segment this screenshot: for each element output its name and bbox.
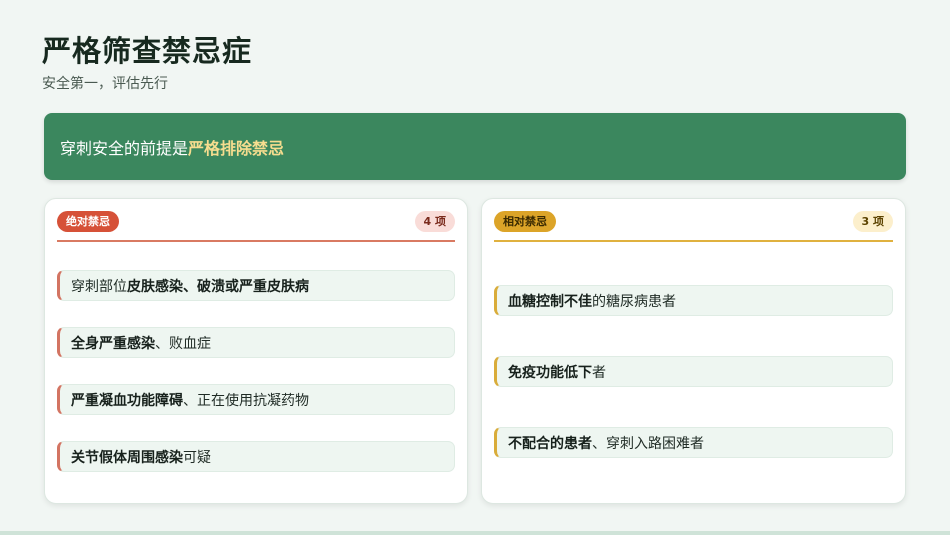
item-emphasis: 皮肤感染、破溃或严重皮肤病 (127, 278, 309, 295)
footer-accent-line (0, 531, 950, 535)
item-emphasis: 血糖控制不佳 (508, 293, 592, 310)
page-title: 严格筛查禁忌症 (42, 34, 253, 68)
absolute-contraindication-tag: 绝对禁忌 (57, 210, 119, 232)
list-item: 不配合的患者 、穿刺入路困难者 (494, 427, 893, 458)
item-text: 、穿刺入路困难者 (592, 435, 704, 452)
card-divider (494, 240, 893, 242)
item-emphasis: 严重凝血功能障碍 (71, 392, 183, 409)
item-emphasis: 不配合的患者 (508, 435, 592, 452)
item-text: 者 (592, 364, 606, 381)
item-count-badge: 3 项 (852, 210, 893, 232)
key-message-banner: 穿刺安全的前提是 严格排除禁忌 (44, 113, 906, 180)
list-item: 血糖控制不佳 的糖尿病患者 (494, 285, 893, 316)
list-item: 关节假体周围感染 可疑 (57, 441, 455, 472)
item-text: 、正在使用抗凝药物 (183, 392, 309, 409)
absolute-contraindications-card: 绝对禁忌 4 项 穿刺部位 皮肤感染、破溃或严重皮肤病 全身严重感染 、败血症 严重… (44, 198, 468, 504)
card-header: 相对禁忌 3 项 (494, 210, 893, 232)
item-emphasis: 关节假体周围感染 (71, 449, 183, 466)
item-emphasis: 免疫功能低下 (508, 364, 592, 381)
relative-contraindication-tag: 相对禁忌 (494, 210, 556, 232)
banner-text: 穿刺安全的前提是 (60, 138, 189, 158)
item-text: 可疑 (183, 449, 211, 466)
relative-contraindications-card: 相对禁忌 3 项 血糖控制不佳 的糖尿病患者 免疫功能低下者 不配合的患者 、穿刺入… (481, 198, 906, 504)
item-text: 的糖尿病患者 (592, 293, 676, 310)
list-item: 免疫功能低下者 (494, 356, 893, 387)
list-item: 全身严重感染 、败血症 (57, 327, 455, 358)
card-header: 绝对禁忌 4 项 (57, 210, 455, 232)
item-text: 、败血症 (155, 335, 211, 352)
item-text: 穿刺部位 (71, 278, 127, 295)
list-item: 穿刺部位 皮肤感染、破溃或严重皮肤病 (57, 270, 455, 301)
list-item: 严重凝血功能障碍 、正在使用抗凝药物 (57, 384, 455, 415)
item-emphasis: 全身严重感染 (71, 335, 155, 352)
item-count-badge: 4 项 (414, 210, 455, 232)
card-divider (57, 240, 455, 242)
banner-highlight: 严格排除禁忌 (188, 138, 285, 158)
page-subtitle: 安全第一，评估先行 (42, 76, 168, 92)
